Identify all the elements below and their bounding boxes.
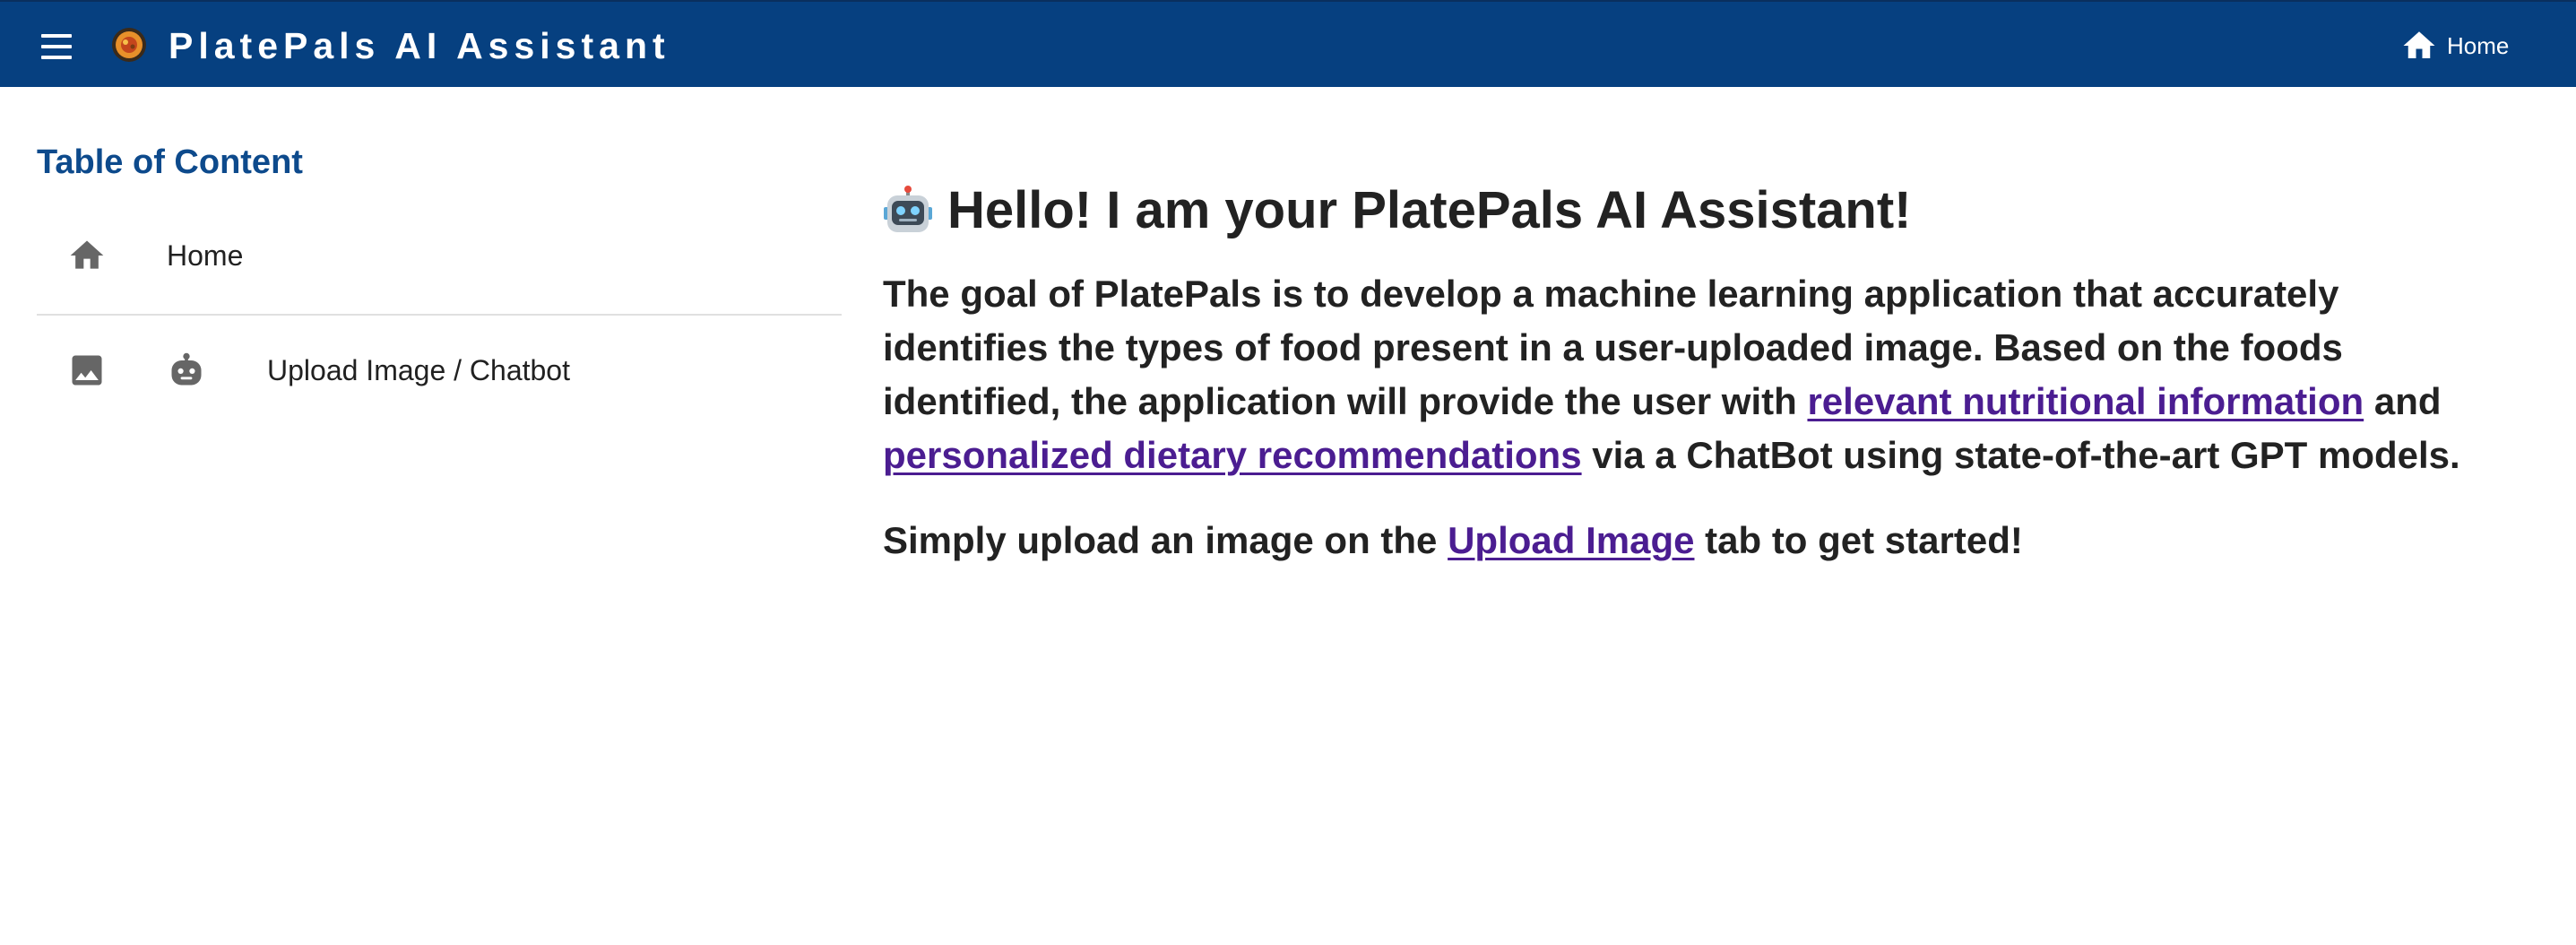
intro-paragraph: The goal of PlatePals is to develop a ma… <box>883 267 2505 482</box>
main-content: Hello! I am your PlatePals AI Assistant!… <box>883 176 2505 568</box>
intro-text-c: via a ChatBot using state-of-the-art GPT… <box>1581 434 2460 476</box>
toc-item-label: Upload Image / Chatbot <box>267 354 570 386</box>
image-icon <box>67 351 107 390</box>
toc-item-label: Home <box>167 239 244 272</box>
app-title: PlatePals AI Assistant <box>169 25 670 66</box>
home-icon <box>67 236 107 275</box>
page-heading: Hello! I am your PlatePals AI Assistant! <box>883 176 2505 246</box>
home-icon <box>2403 31 2435 58</box>
intro-text-b: and <box>2364 380 2442 422</box>
get-started-text-a: Simply upload an image on the <box>883 519 1448 561</box>
toc-item-home[interactable]: Home <box>37 209 842 308</box>
upload-image-link[interactable]: Upload Image <box>1448 519 1694 561</box>
robot-face-emoji <box>884 186 932 232</box>
robot-icon <box>167 351 206 390</box>
app-bar: PlatePals AI Assistant Home <box>0 0 2576 87</box>
hamburger-menu-icon[interactable] <box>36 29 81 65</box>
header-home-button[interactable]: Home <box>2400 25 2509 66</box>
platepals-logo-icon <box>112 28 146 62</box>
dietary-recommendations-link[interactable]: personalized dietary recommendations <box>883 434 1582 476</box>
toc-item-upload-image-chatbot[interactable]: Upload Image / Chatbot <box>37 324 842 422</box>
nutritional-info-link[interactable]: relevant nutritional information <box>1807 380 2364 422</box>
get-started-paragraph: Simply upload an image on the Upload Ima… <box>883 514 2505 568</box>
header-home-label: Home <box>2447 31 2510 59</box>
toc-title: Table of Content <box>37 143 303 181</box>
get-started-text-b: tab to get started! <box>1694 519 2023 561</box>
toc-divider <box>37 314 842 316</box>
heading-text: Hello! I am your PlatePals AI Assistant! <box>947 181 1912 239</box>
